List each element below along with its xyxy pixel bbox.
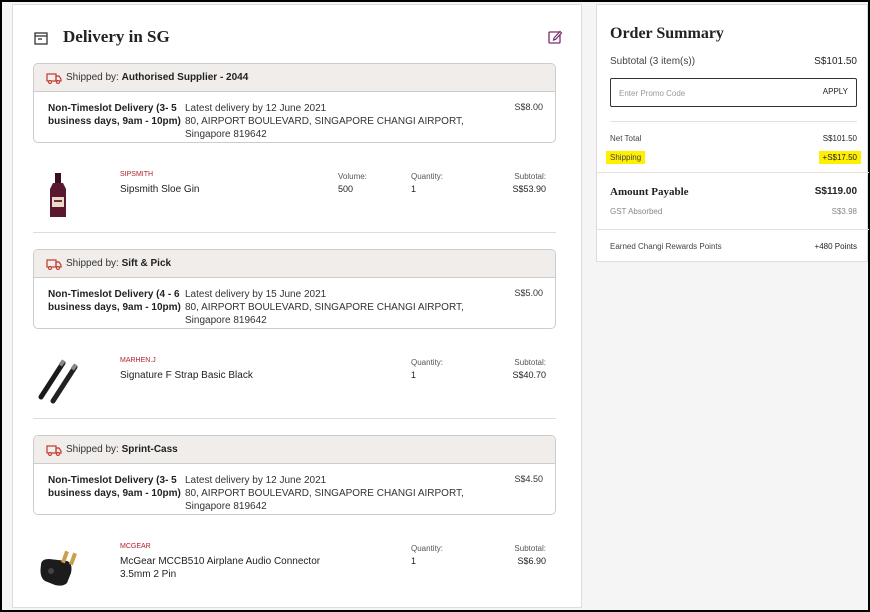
subtotal-label: Subtotal (3 item(s))	[610, 56, 696, 67]
shipped-by-label: Shipped by:	[66, 72, 119, 83]
gst-value: S$3.98	[831, 207, 857, 216]
delivery-title: Delivery in SG	[63, 27, 170, 46]
shipment-header: Shipped by: Authorised Supplier - 2044	[34, 64, 555, 92]
delivery-panel: Delivery in SG Shipped by: Authorised Su…	[12, 4, 582, 608]
product-row: MCGEAR McGear MCCB510 Airplane Audio Con…	[33, 543, 556, 603]
truck-icon	[46, 73, 62, 84]
shipping-price: S$5.00	[514, 288, 543, 298]
divider	[33, 232, 556, 233]
product-row: MARHEN.J Signature F Strap Basic Black Q…	[33, 357, 556, 417]
divider	[597, 229, 869, 230]
subtotal-value: S$6.90	[517, 556, 546, 566]
subtotal-label: Subtotal:	[514, 358, 546, 367]
gst-label: GST Absorbed	[610, 207, 663, 216]
shipment-box: Shipped by: Authorised Supplier - 2044 N…	[33, 63, 556, 143]
product-brand: MCGEAR	[120, 543, 151, 550]
shipped-by-label: Shipped by:	[66, 444, 119, 455]
order-summary-title: Order Summary	[610, 25, 724, 42]
rewards-points-value: +480 Points	[814, 242, 857, 251]
supplier-name: Authorised Supplier - 2044	[121, 72, 249, 83]
delivery-address: Latest delivery by 15 June 2021 80, AIRP…	[185, 289, 464, 326]
amount-payable-label: Amount Payable	[610, 186, 689, 198]
quantity-value: 1	[411, 184, 417, 194]
shipped-by-label: Shipped by:	[66, 258, 119, 269]
delivery-type: Non-Timeslot Delivery (3- 5 business day…	[48, 475, 181, 499]
truck-icon	[46, 259, 62, 270]
delivery-address: Latest delivery by 12 June 2021 80, AIRP…	[185, 103, 464, 140]
quantity-value: 1	[411, 556, 417, 566]
shipment-header: Shipped by: Sift & Pick	[34, 250, 555, 278]
product-name[interactable]: McGear MCCB510 Airplane Audio Connector …	[120, 555, 340, 581]
shipping-label: Shipping	[606, 151, 646, 164]
quantity-label: Quantity:	[411, 358, 444, 367]
delivery-type: Non-Timeslot Delivery (3- 5 business day…	[48, 103, 181, 127]
shipping-value: +S$17.50	[818, 151, 861, 164]
amount-payable-value: S$119.00	[814, 186, 857, 197]
divider	[597, 172, 869, 173]
subtotal-value: S$101.50	[814, 56, 857, 67]
strap-image	[38, 359, 78, 404]
delivery-address: Latest delivery by 12 June 2021 80, AIRP…	[185, 475, 464, 512]
promo-code-box: APPLY	[610, 78, 857, 107]
apply-button[interactable]: APPLY	[823, 87, 848, 96]
divider	[33, 418, 556, 419]
subtotal-value: S$53.90	[512, 184, 546, 194]
net-total-value: S$101.50	[822, 134, 857, 143]
shipping-price: S$4.50	[514, 474, 543, 484]
quantity-value: 1	[411, 370, 417, 380]
volume-value: 500	[338, 184, 354, 194]
divider	[610, 121, 857, 122]
subtotal-label: Subtotal:	[514, 172, 546, 181]
delivery-type: Non-Timeslot Delivery (4 - 6 business da…	[48, 289, 181, 313]
shipment-box: Shipped by: Sprint-Cass Non-Timeslot Del…	[33, 435, 556, 515]
promo-code-input[interactable]	[619, 86, 789, 100]
net-total-label: Net Total	[610, 134, 642, 143]
shipping-price: S$8.00	[514, 102, 543, 112]
product-brand: SIPSMITH	[120, 171, 154, 178]
product-name[interactable]: Sipsmith Sloe Gin	[120, 183, 340, 196]
product-brand: MARHEN.J	[120, 357, 156, 364]
truck-icon	[46, 445, 62, 456]
edit-icon[interactable]	[547, 29, 563, 45]
supplier-name: Sprint-Cass	[121, 444, 178, 455]
quantity-label: Quantity:	[411, 544, 444, 553]
audio-connector-image	[40, 550, 77, 586]
subtotal-value: S$40.70	[512, 370, 546, 380]
rewards-points-label: Earned Changi Rewards Points	[610, 242, 722, 251]
subtotal-label: Subtotal:	[514, 544, 546, 553]
volume-label: Volume:	[338, 172, 367, 181]
gin-bottle-image	[50, 173, 66, 217]
delivery-header: Delivery in SG	[33, 27, 563, 51]
shipment-box: Shipped by: Sift & Pick Non-Timeslot Del…	[33, 249, 556, 329]
product-row: SIPSMITH Sipsmith Sloe Gin Volume: 500 Q…	[33, 171, 556, 231]
order-summary-panel: Order Summary Subtotal (3 item(s)) S$101…	[596, 4, 869, 262]
shipment-header: Shipped by: Sprint-Cass	[34, 436, 555, 464]
supplier-name: Sift & Pick	[121, 258, 172, 269]
package-icon	[34, 32, 48, 45]
product-name[interactable]: Signature F Strap Basic Black	[120, 369, 340, 382]
quantity-label: Quantity:	[411, 172, 444, 181]
